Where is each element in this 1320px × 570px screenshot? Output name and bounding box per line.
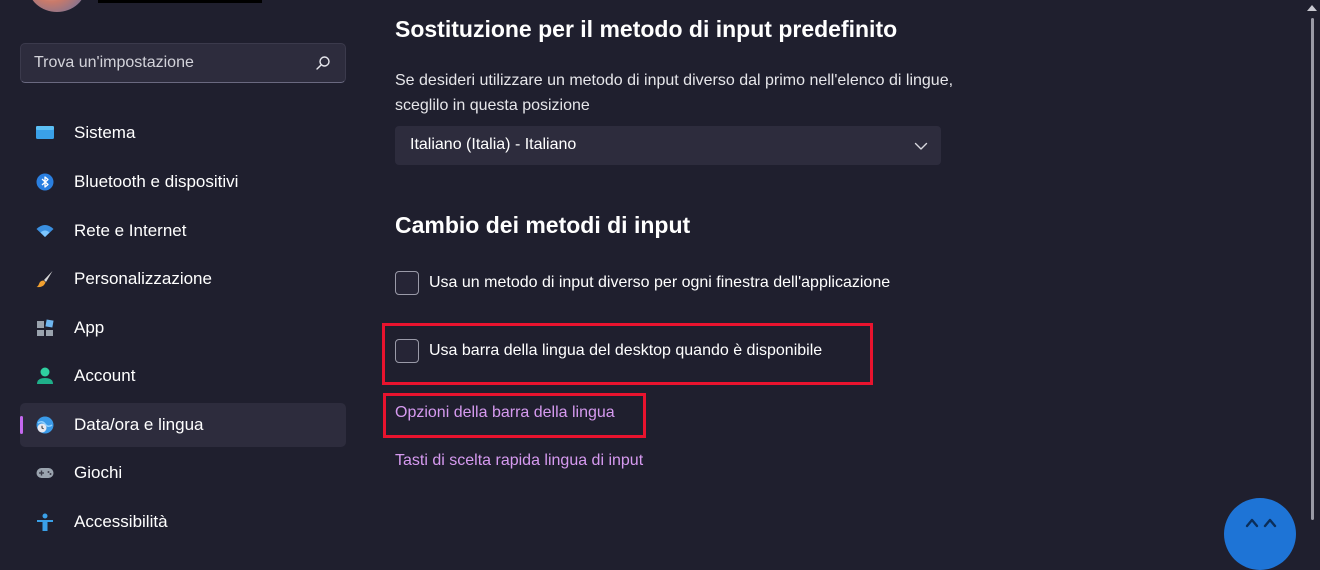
highlight-box-checkbox (382, 323, 873, 385)
avatar[interactable] (28, 0, 86, 12)
gamepad-icon (36, 468, 54, 478)
sidebar-item-label: Accessibilità (74, 512, 168, 531)
user-name-redacted (98, 0, 262, 3)
account-icon (37, 367, 53, 384)
input-method-dropdown[interactable]: Italiano (Italia) - Italiano (395, 126, 941, 165)
sidebar-item-label: Account (74, 366, 136, 385)
sidebar-item-data-ora-lingua[interactable]: Data/ora e lingua (20, 403, 346, 447)
brush-icon (36, 271, 53, 288)
per-app-input-label[interactable]: Usa un metodo di input diverso per ogni … (429, 274, 890, 292)
sidebar-item-personalizzazione[interactable]: Personalizzazione (20, 257, 346, 301)
scrollbar-thumb[interactable] (1311, 18, 1314, 520)
sidebar-item-label: App (74, 318, 105, 337)
sidebar-item-label: Data/ora e lingua (74, 415, 204, 434)
help-assistant-button[interactable] (1224, 498, 1296, 570)
sidebar-item-giochi[interactable]: Giochi (20, 451, 346, 495)
sidebar-item-label: Rete e Internet (74, 221, 187, 240)
search-box[interactable] (20, 43, 346, 83)
scroll-up-arrow-icon[interactable] (1306, 3, 1318, 13)
sidebar-item-sistema[interactable]: Sistema (20, 111, 346, 155)
input-language-hotkeys-link[interactable]: Tasti di scelta rapida lingua di input (395, 452, 643, 470)
sidebar-item-app[interactable]: App (20, 306, 346, 350)
bluetooth-icon (36, 173, 54, 191)
override-section-description: Se desideri utilizzare un metodo di inpu… (395, 72, 954, 114)
sidebar-item-label: Bluetooth e dispositivi (74, 172, 239, 191)
selection-indicator (20, 416, 23, 434)
chevron-down-icon (914, 142, 928, 150)
search-icon[interactable] (315, 55, 331, 71)
switching-section-title: Cambio dei metodi di input (395, 212, 691, 238)
accessibility-icon (37, 513, 53, 531)
sidebar-item-label: Giochi (74, 463, 123, 482)
assistant-face-icon (1245, 518, 1277, 528)
globe-clock-icon (36, 416, 54, 434)
sidebar-item-accessibilita[interactable]: Accessibilità (20, 500, 346, 544)
sidebar-item-label: Personalizzazione (74, 269, 212, 288)
highlight-box-link (383, 393, 646, 438)
sidebar-item-rete[interactable]: Rete e Internet (20, 209, 346, 253)
per-app-input-checkbox[interactable] (395, 271, 419, 295)
sidebar-item-label: Sistema (74, 123, 136, 142)
wifi-icon (36, 225, 54, 237)
dropdown-selected-value: Italiano (Italia) - Italiano (410, 136, 577, 153)
override-section-title: Sostituzione per il metodo di input pred… (395, 16, 898, 42)
apps-icon (37, 319, 54, 336)
sidebar-item-bluetooth[interactable]: Bluetooth e dispositivi (20, 160, 346, 204)
sistema-icon (36, 126, 54, 139)
search-input[interactable] (21, 44, 311, 82)
sidebar-item-account[interactable]: Account (20, 354, 346, 398)
